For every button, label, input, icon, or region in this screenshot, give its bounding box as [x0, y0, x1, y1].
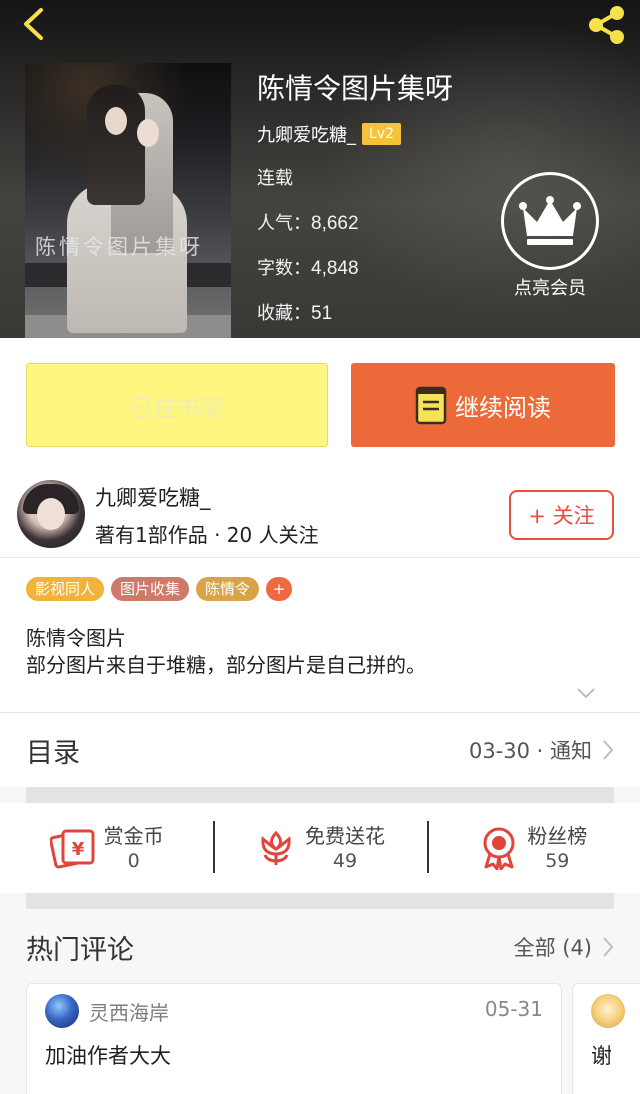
comment-text: 谢	[591, 1044, 612, 1068]
favorites-label: 收藏：	[257, 303, 311, 324]
popularity-value: 8,662	[311, 213, 359, 234]
stat-value: 59	[545, 850, 570, 872]
follow-button[interactable]: + 关注	[509, 490, 614, 540]
author-avatar[interactable]	[17, 480, 85, 548]
stat-divider	[213, 821, 216, 873]
avatar-face	[37, 498, 65, 530]
comment-text: 加油作者大大	[45, 1044, 171, 1068]
free-flower-button[interactable]: 免费送花 49	[213, 803, 426, 893]
book-cover[interactable]: 陈情令图片集呀	[25, 63, 231, 338]
stat-label: 粉丝榜	[527, 824, 588, 848]
favorites-stat: 收藏：51	[257, 291, 453, 336]
book-header: 陈情令图片集呀 陈情令图片集呀 九卿爱吃糖_ Lv2 连载 人气：8,662 字…	[0, 0, 640, 338]
crown-icon	[519, 196, 581, 245]
share-button[interactable]	[584, 2, 630, 48]
section-divider	[26, 787, 614, 803]
level-badge: Lv2	[362, 123, 401, 145]
description-block: 影视同人 图片收集 陈情令 + 陈情令图片 部分图片来自于堆糖，部分图片是自己拼…	[0, 558, 640, 712]
catalog-row[interactable]: 目录 03-30 · 通知	[0, 712, 640, 787]
chevron-right-icon	[602, 739, 614, 765]
back-button[interactable]	[14, 4, 54, 44]
in-bookshelf-label: 已在书架	[129, 393, 225, 422]
flower-icon	[255, 827, 297, 869]
cover-face	[105, 107, 127, 135]
all-comments-link[interactable]: 全部 (4)	[514, 932, 592, 962]
author-card-name[interactable]: 九卿爱吃糖_	[95, 482, 211, 512]
continue-reading-label: 继续阅读	[455, 393, 551, 422]
vip-button[interactable]: 点亮会员	[500, 172, 600, 300]
book-icon	[415, 385, 447, 425]
expand-button[interactable]	[576, 684, 596, 703]
word-count-label: 字数：	[257, 258, 311, 279]
popularity-stat: 人气：8,662	[257, 201, 453, 246]
share-icon	[589, 6, 624, 44]
catalog-title: 目录	[26, 738, 80, 769]
chevron-right-icon	[602, 936, 614, 962]
commenter-name[interactable]: 灵西海岸	[89, 997, 169, 1026]
reward-coins-button[interactable]: ¥ 赏金币 0	[0, 803, 213, 893]
in-bookshelf-button[interactable]: 已在书架	[26, 363, 328, 447]
action-bar: 已在书架 继续阅读	[0, 338, 640, 468]
stat-label: 免费送花	[304, 824, 385, 848]
chevron-down-icon	[577, 688, 595, 699]
stat-divider	[426, 821, 429, 873]
cover-title-text: 陈情令图片集呀	[35, 235, 203, 259]
stats-row: ¥ 赏金币 0 免费送花 49 粉丝榜 59	[0, 803, 640, 893]
commenter-avatar[interactable]	[591, 994, 625, 1028]
cover-figure	[87, 85, 145, 205]
word-count-stat: 字数：4,848	[257, 246, 453, 291]
author-card-stats: 著有1部作品 · 20 人关注	[95, 523, 319, 547]
cover-face	[137, 119, 159, 147]
tag-list: 影视同人 图片收集 陈情令 +	[26, 577, 293, 601]
author-name[interactable]: 九卿爱吃糖_	[257, 121, 356, 147]
popularity-label: 人气：	[257, 213, 311, 234]
latest-chapter: 03-30 · 通知	[468, 739, 592, 763]
status-text: 连载	[257, 168, 293, 189]
hot-comments-section: 热门评论 全部 (4) 灵西海岸 05-31 加油作者大大 谢	[0, 909, 640, 1094]
continue-reading-button[interactable]: 继续阅读	[351, 363, 615, 447]
author-card: 九卿爱吃糖_ 著有1部作品 · 20 人关注 + 关注	[0, 468, 640, 558]
tag-item[interactable]: 图片收集	[111, 577, 190, 601]
stat-value: 49	[332, 850, 358, 872]
comments-title: 热门评论	[26, 935, 134, 966]
stat-value: 0	[127, 850, 140, 872]
author-row[interactable]: 九卿爱吃糖_ Lv2	[257, 112, 453, 156]
medal-icon	[479, 826, 519, 870]
gold-coin-icon: ¥	[49, 827, 96, 869]
svg-text:¥: ¥	[71, 839, 84, 860]
stat-label: 赏金币	[103, 824, 164, 848]
comment-card[interactable]: 谢	[572, 983, 640, 1094]
word-count-value: 4,848	[311, 258, 359, 279]
section-divider	[26, 893, 614, 909]
add-tag-button[interactable]: +	[266, 577, 293, 601]
commenter-avatar[interactable]	[45, 994, 79, 1028]
favorites-value: 51	[311, 303, 333, 324]
comment-date: 05-31	[484, 997, 543, 1021]
tag-item[interactable]: 影视同人	[26, 577, 105, 601]
book-title: 陈情令图片集呀	[257, 72, 454, 105]
comment-card[interactable]: 灵西海岸 05-31 加油作者大大	[26, 983, 562, 1094]
book-description: 陈情令图片 部分图片来自于堆糖，部分图片是自己拼的。	[26, 626, 426, 677]
fan-ranking-button[interactable]: 粉丝榜 59	[426, 803, 640, 893]
book-info: 陈情令图片集呀 九卿爱吃糖_ Lv2 连载 人气：8,662 字数：4,848 …	[257, 66, 453, 336]
tag-item[interactable]: 陈情令	[196, 577, 260, 601]
chevron-left-icon	[24, 8, 43, 40]
vip-label: 点亮会员	[514, 278, 586, 299]
vip-circle	[501, 172, 599, 270]
